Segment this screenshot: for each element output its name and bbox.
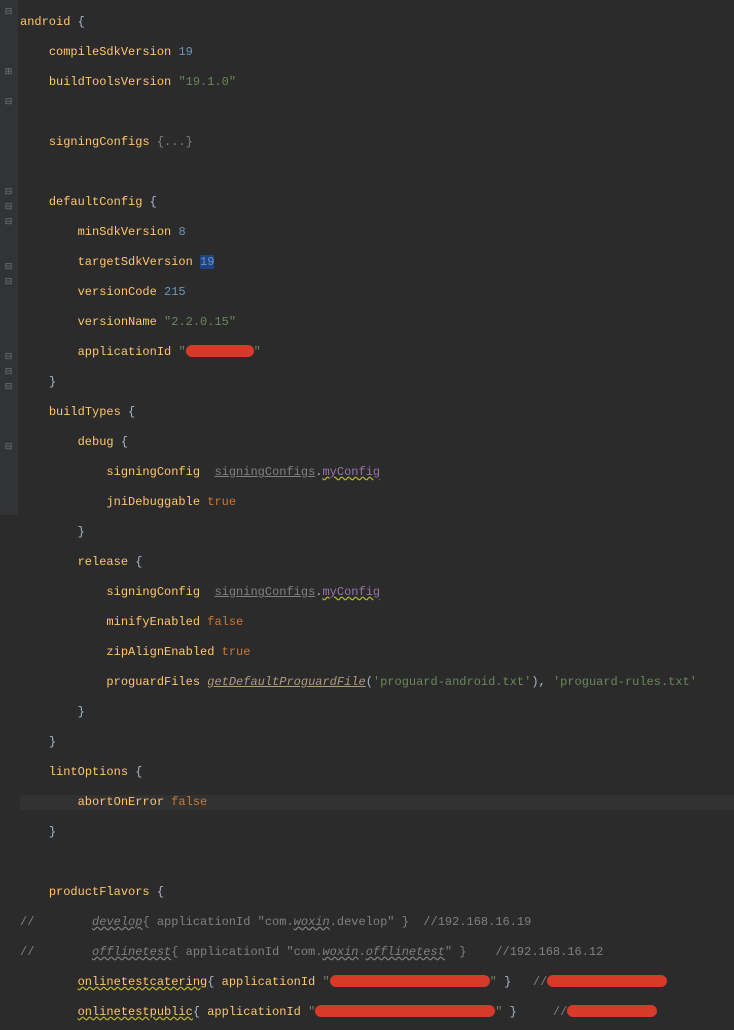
prop-minsdk: minSdkVersion (78, 225, 172, 239)
ref-signingconfigs2: signingConfigs (214, 585, 315, 599)
code-editor[interactable]: android { compileSdkVersion 19 buildTool… (18, 0, 734, 515)
prop-signingconfig-debug: signingConfig (106, 465, 200, 479)
val-false: false (207, 615, 243, 629)
val-true: true (207, 495, 236, 509)
redacted-catering-ip (547, 975, 667, 987)
comment-slash1: // (20, 915, 34, 929)
flavor-catering: onlinetestcatering (78, 975, 208, 989)
fold-gutter: ⊟ ⊞ ⊟ ⊟ ⊟ ⊟ ⊟ ⊟ ⊟ ⊟ ⊟ ⊟ (0, 0, 18, 515)
fold-toggle-icon[interactable]: ⊟ (4, 203, 13, 212)
comment-dot: . (358, 945, 365, 959)
ref-signingconfigs: signingConfigs (214, 465, 315, 479)
prop-applicationid: applicationId (78, 345, 172, 359)
comment-text1: { applicationId "com. (142, 915, 293, 929)
prop-minify: minifyEnabled (106, 615, 200, 629)
fold-toggle-icon[interactable]: ⊟ (4, 8, 13, 17)
val-true2: true (222, 645, 251, 659)
prop-signingconfigs: signingConfigs (49, 135, 150, 149)
val-minsdk: 8 (178, 225, 185, 239)
str-proguard-android: 'proguard-android.txt' (373, 675, 531, 689)
val-buildtools: "19.1.0" (178, 75, 236, 89)
comment-woxin2: woxin (322, 945, 358, 959)
block-defaultconfig: defaultConfig (49, 195, 143, 209)
comment-offlinetest: offlinetest (92, 945, 171, 959)
prop-proguardfiles: proguardFiles (106, 675, 200, 689)
fold-toggle-icon[interactable]: ⊟ (4, 98, 13, 107)
block-release: release (78, 555, 128, 569)
prop-appid-catering: applicationId (222, 975, 316, 989)
prop-targetsdk: targetSdkVersion (78, 255, 193, 269)
block-debug: debug (78, 435, 114, 449)
ref-myconfig2: myConfig (322, 585, 380, 599)
val-false2: false (171, 795, 207, 809)
val-versioncode: 215 (164, 285, 186, 299)
block-productflavors: productFlavors (49, 885, 150, 899)
block-lintoptions: lintOptions (49, 765, 128, 779)
fold-toggle-icon[interactable]: ⊞ (4, 68, 13, 77)
fold-toggle-icon[interactable]: ⊟ (4, 278, 13, 287)
comment-develop: develop (92, 915, 142, 929)
prop-zipalign: zipAlignEnabled (106, 645, 214, 659)
val-targetsdk: 19 (200, 255, 214, 269)
method-getdefaultproguard: getDefaultProguardFile (207, 675, 365, 689)
comment-ip2: " } //192.168.16.12 (445, 945, 603, 959)
prop-appid-public: applicationId (207, 1005, 301, 1019)
redacted-public-ip (567, 1005, 657, 1017)
keyword-android: android (20, 15, 70, 29)
flavor-public: onlinetestpublic (78, 1005, 193, 1019)
val-compilesdk: 19 (178, 45, 192, 59)
fold-toggle-icon[interactable]: ⊟ (4, 188, 13, 197)
prop-jnidebuggable: jniDebuggable (106, 495, 200, 509)
comment-ip1: .develop" } //192.168.16.19 (330, 915, 532, 929)
comment-slash2: // (20, 945, 34, 959)
fold-placeholder[interactable]: {...} (157, 135, 193, 149)
ref-myconfig: myConfig (322, 465, 380, 479)
redacted-appid (186, 345, 254, 357)
val-versionname: "2.2.0.15" (164, 315, 236, 329)
redacted-catering1 (330, 975, 490, 987)
prop-buildtools: buildToolsVersion (49, 75, 171, 89)
fold-toggle-icon[interactable]: ⊟ (4, 353, 13, 362)
prop-versioncode: versionCode (78, 285, 157, 299)
prop-compilesdk: compileSdkVersion (49, 45, 171, 59)
str-proguard-rules: 'proguard-rules.txt' (553, 675, 697, 689)
redacted-public1 (315, 1005, 495, 1017)
comment-woxin1: woxin (294, 915, 330, 929)
fold-toggle-icon[interactable]: ⊟ (4, 218, 13, 227)
block-buildtypes: buildTypes (49, 405, 121, 419)
fold-toggle-icon[interactable]: ⊟ (4, 263, 13, 272)
comment-offlinetest2: offlinetest (366, 945, 445, 959)
fold-toggle-icon[interactable]: ⊟ (4, 383, 13, 392)
fold-toggle-icon[interactable]: ⊟ (4, 368, 13, 377)
quote-close: " (254, 345, 261, 359)
prop-versionname: versionName (78, 315, 157, 329)
prop-abortonerror: abortOnError (78, 795, 164, 809)
comment-text2: { applicationId "com. (171, 945, 322, 959)
fold-toggle-icon[interactable]: ⊟ (4, 443, 13, 452)
highlighted-line: abortOnError false (20, 795, 734, 810)
quote-open: " (178, 345, 185, 359)
prop-signingconfig-release: signingConfig (106, 585, 200, 599)
